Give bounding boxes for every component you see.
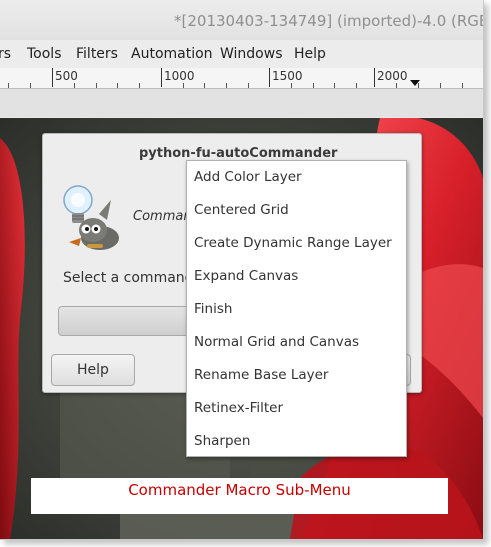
- ruler-minor-tick: [356, 83, 357, 88]
- canvas-padding: [0, 89, 483, 117]
- caption-box: Commander Macro Sub-Menu: [31, 478, 448, 514]
- window-title: *[20130403-134749] (imported)-4.0 (RGB: [174, 12, 484, 30]
- triangle-down-icon: [410, 80, 420, 86]
- menu-item-filters-partial[interactable]: rs: [0, 46, 11, 62]
- ruler-major-tick: [52, 68, 53, 87]
- menu-item-finish[interactable]: Finish: [194, 301, 232, 317]
- ruler-label: 2000: [377, 69, 408, 83]
- window-titlebar: *[20130403-134749] (imported)-4.0 (RGB: [0, 0, 483, 40]
- ruler-minor-tick: [396, 83, 397, 88]
- ruler-minor-tick: [226, 83, 227, 88]
- ruler-minor-tick: [291, 83, 292, 88]
- ruler-major-tick: [161, 68, 162, 87]
- menu-item-create-dynamic-range-layer[interactable]: Create Dynamic Range Layer: [194, 235, 392, 251]
- ruler-label: 1000: [164, 69, 195, 83]
- menu-item-help[interactable]: Help: [294, 46, 326, 62]
- gimp-window: *[20130403-134749] (imported)-4.0 (RGB r…: [0, 0, 484, 540]
- menu-item-tools[interactable]: Tools: [27, 46, 62, 62]
- ruler-minor-tick: [334, 83, 335, 88]
- menubar: rs Tools Filters Automation Windows Help: [0, 40, 483, 68]
- help-button[interactable]: Help: [51, 354, 135, 386]
- ruler-label: 500: [55, 69, 78, 83]
- command-combobox[interactable]: [58, 306, 200, 336]
- menu-item-retinex-filter[interactable]: Retinex-Filter: [194, 400, 283, 416]
- caption-text: Commander Macro Sub-Menu: [128, 481, 351, 499]
- dialog-title: python-fu-autoCommander: [139, 146, 338, 161]
- menu-item-centered-grid[interactable]: Centered Grid: [194, 202, 289, 218]
- ruler-minor-tick: [74, 83, 75, 88]
- ruler-minor-tick: [204, 83, 205, 88]
- menu-item-filters[interactable]: Filters: [76, 46, 118, 62]
- ruler-minor-tick: [440, 83, 441, 88]
- ruler-minor-tick: [462, 83, 463, 88]
- ruler-minor-tick: [313, 83, 314, 88]
- ruler-minor-tick: [139, 83, 140, 88]
- ruler-label: 1500: [272, 69, 303, 83]
- menu-item-add-color-layer[interactable]: Add Color Layer: [194, 169, 302, 185]
- menu-item-expand-canvas[interactable]: Expand Canvas: [194, 268, 298, 284]
- horizontal-ruler[interactable]: 500 1000 1500 2000: [0, 68, 483, 89]
- ruler-major-tick: [374, 68, 375, 87]
- gimp-wilber-with-lightbulb-icon: [59, 182, 121, 252]
- command-dropdown-menu: Add Color Layer Centered Grid Create Dyn…: [186, 160, 407, 457]
- ruler-minor-tick: [248, 83, 249, 88]
- ruler-minor-tick: [117, 83, 118, 88]
- menu-item-sharpen[interactable]: Sharpen: [194, 433, 250, 449]
- ruler-minor-tick: [183, 83, 184, 88]
- menu-item-windows[interactable]: Windows: [220, 46, 283, 62]
- select-command-label: Select a command: [63, 270, 194, 286]
- ruler-minor-tick: [8, 83, 9, 88]
- ruler-major-tick: [269, 68, 270, 87]
- menu-item-rename-base-layer[interactable]: Rename Base Layer: [194, 367, 328, 383]
- ruler-minor-tick: [96, 83, 97, 88]
- ruler-minor-tick: [30, 83, 31, 88]
- menu-item-automation[interactable]: Automation: [131, 46, 213, 62]
- menu-item-normal-grid-and-canvas[interactable]: Normal Grid and Canvas: [194, 334, 359, 350]
